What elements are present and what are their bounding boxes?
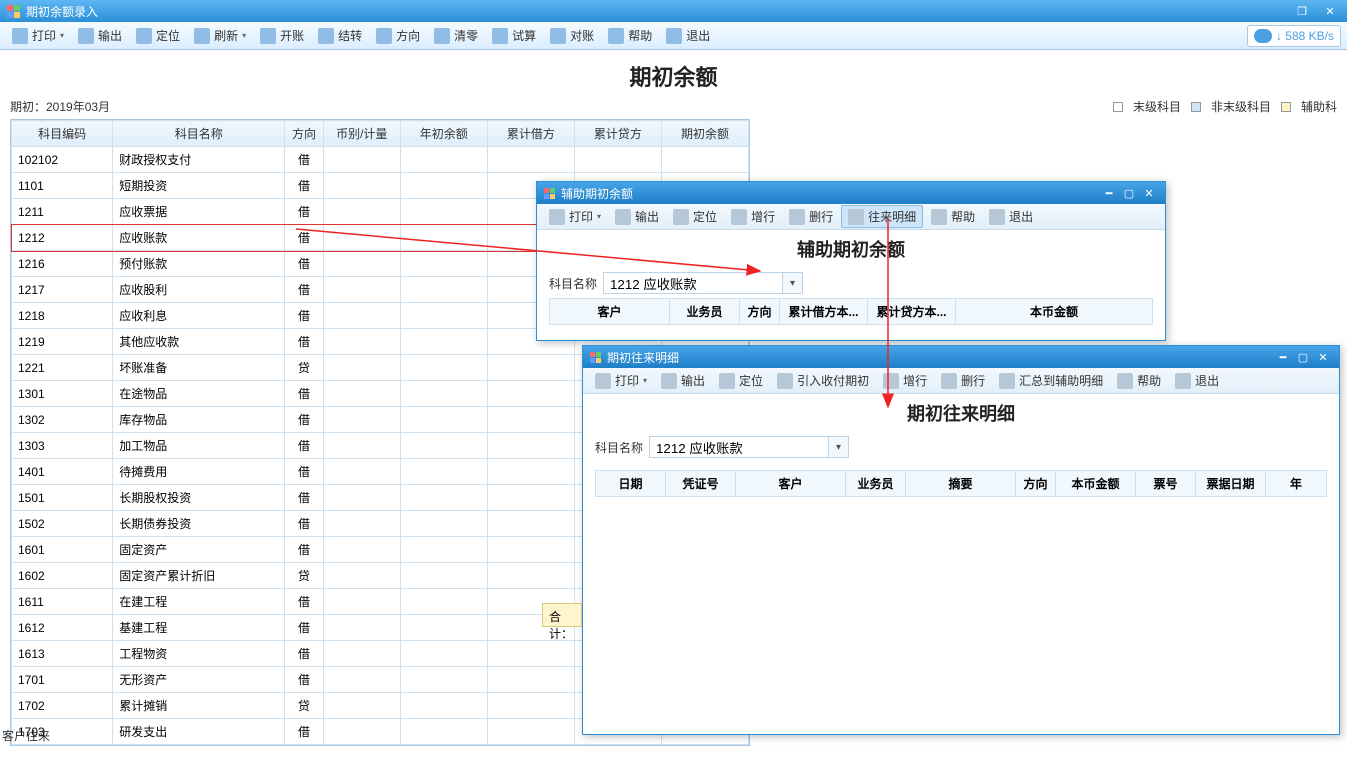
detail-import-button[interactable]: 引入收付期初: [771, 370, 875, 391]
aux-delrow-button[interactable]: 删行: [783, 206, 839, 227]
main-toolbar: 打印▾ 输出 定位 刷新▾ 开账 结转 方向 清零 试算 对账 帮助 退出 ↓ …: [0, 22, 1347, 50]
detail-summary-button[interactable]: 汇总到辅助明细: [993, 370, 1109, 391]
grid-header: 科目编码科目名称 方向币别/计量 年初余额累计借方 累计贷方期初余额: [12, 121, 749, 147]
trial-button[interactable]: 试算: [486, 25, 542, 46]
minimize-icon[interactable]: ━: [1099, 185, 1119, 201]
detail-subject-input[interactable]: [649, 436, 829, 458]
page-title: 期初余额: [0, 50, 1347, 98]
detail-toolbar: 打印▾ 输出 定位 引入收付期初 增行 删行 汇总到辅助明细 帮助 退出: [583, 368, 1339, 394]
refresh-icon: [194, 28, 210, 44]
aux-print-button[interactable]: 打印▾: [543, 206, 607, 227]
close-icon[interactable]: ✕: [1139, 185, 1159, 201]
main-titlebar: 期初余额录入 ❐ ✕: [0, 0, 1347, 22]
output-icon: [78, 28, 94, 44]
open-button[interactable]: 开账: [254, 25, 310, 46]
aux-addrow-button[interactable]: 增行: [725, 206, 781, 227]
settle-button[interactable]: 结转: [312, 25, 368, 46]
detail-subject-label: 科目名称: [595, 439, 643, 456]
period-label: 期初：2019年03月: [10, 98, 110, 115]
detail-dialog[interactable]: 期初往来明细 ━ ▢ ✕ 打印▾ 输出 定位 引入收付期初 增行 删行 汇总到辅…: [582, 345, 1340, 735]
detail-output-button[interactable]: 输出: [655, 370, 711, 391]
print-button[interactable]: 打印▾: [6, 25, 70, 46]
aux-locate-button[interactable]: 定位: [667, 206, 723, 227]
minimize-icon[interactable]: ━: [1273, 349, 1293, 365]
detail-delrow-button[interactable]: 删行: [935, 370, 991, 391]
aux-detail-button[interactable]: 往来明细: [841, 205, 923, 228]
table-row[interactable]: 102102财政授权支付借: [12, 147, 749, 173]
help-button[interactable]: 帮助: [602, 25, 658, 46]
aux-subject-dropdown-icon[interactable]: ▾: [783, 272, 803, 294]
legend: 末级科目 非末级科目 辅助科: [1113, 98, 1337, 115]
settle-icon: [318, 28, 334, 44]
aux-subject-input[interactable]: [603, 272, 783, 294]
detail-body-title: 期初往来明细: [583, 394, 1339, 432]
app-icon: [589, 351, 601, 363]
exit-button[interactable]: 退出: [660, 25, 716, 46]
aux-help-button[interactable]: 帮助: [925, 206, 981, 227]
recon-icon: [550, 28, 566, 44]
app-icon: [543, 187, 555, 199]
aux-dialog-title: 辅助期初余额: [561, 185, 633, 202]
status-text: 客户往来: [2, 727, 50, 744]
direction-icon: [376, 28, 392, 44]
open-icon: [260, 28, 276, 44]
restore-icon[interactable]: ❐: [1291, 3, 1313, 19]
maximize-icon[interactable]: ▢: [1293, 349, 1313, 365]
close-icon[interactable]: ✕: [1319, 3, 1341, 19]
aux-balance-dialog[interactable]: 辅助期初余额 ━ ▢ ✕ 打印▾ 输出 定位 增行 删行 往来明细 帮助 退出 …: [536, 181, 1166, 341]
clear-button[interactable]: 清零: [428, 25, 484, 46]
refresh-button[interactable]: 刷新▾: [188, 25, 252, 46]
recon-button[interactable]: 对账: [544, 25, 600, 46]
main-title: 期初余额录入: [26, 3, 98, 20]
app-icon: [6, 4, 20, 18]
detail-subject-dropdown-icon[interactable]: ▾: [829, 436, 849, 458]
aux-grid[interactable]: 客户 业务员 方向 累计借方本... 累计贷方本... 本币金额: [549, 298, 1153, 325]
detail-exit-button[interactable]: 退出: [1169, 370, 1225, 391]
trial-icon: [492, 28, 508, 44]
detail-print-button[interactable]: 打印▾: [589, 370, 653, 391]
speed-indicator: ↓ 588 KB/s: [1247, 25, 1341, 47]
aux-toolbar: 打印▾ 输出 定位 增行 删行 往来明细 帮助 退出: [537, 204, 1165, 230]
locate-button[interactable]: 定位: [130, 25, 186, 46]
aux-output-button[interactable]: 输出: [609, 206, 665, 227]
cloud-icon: [1254, 29, 1272, 43]
locate-icon: [136, 28, 152, 44]
total-label: 合计：: [542, 603, 582, 627]
close-icon[interactable]: ✕: [1313, 349, 1333, 365]
aux-subject-label: 科目名称: [549, 275, 597, 292]
detail-dialog-title: 期初往来明细: [607, 349, 679, 366]
help-icon: [608, 28, 624, 44]
detail-addrow-button[interactable]: 增行: [877, 370, 933, 391]
detail-grid[interactable]: 日期 凭证号 客户 业务员 摘要 方向 本币金额 票号 票据日期 年: [595, 470, 1327, 497]
print-icon: [12, 28, 28, 44]
detail-locate-button[interactable]: 定位: [713, 370, 769, 391]
maximize-icon[interactable]: ▢: [1119, 185, 1139, 201]
clear-icon: [434, 28, 450, 44]
exit-icon: [666, 28, 682, 44]
direction-button[interactable]: 方向: [370, 25, 426, 46]
detail-help-button[interactable]: 帮助: [1111, 370, 1167, 391]
aux-exit-button[interactable]: 退出: [983, 206, 1039, 227]
output-button[interactable]: 输出: [72, 25, 128, 46]
aux-body-title: 辅助期初余额: [537, 230, 1165, 268]
